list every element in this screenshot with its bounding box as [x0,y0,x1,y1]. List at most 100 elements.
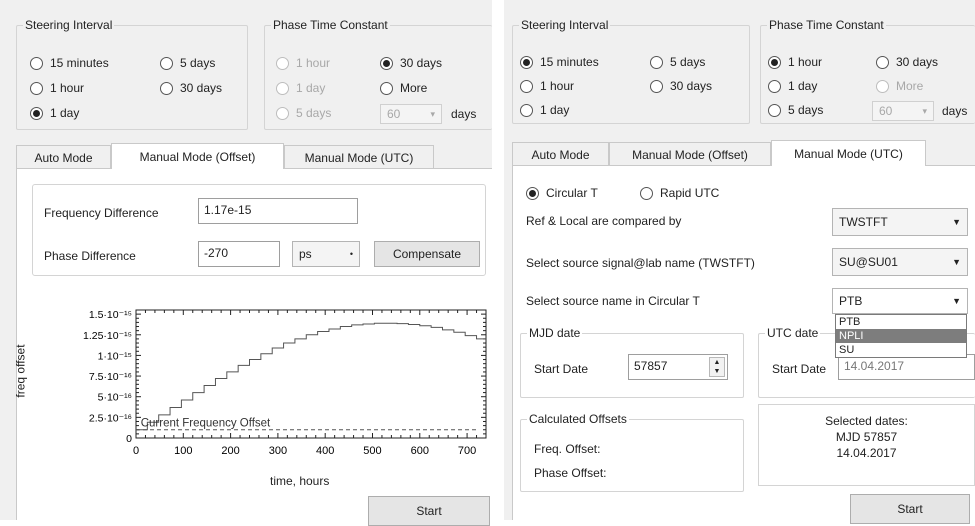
radio-circular-t[interactable]: Circular T [526,186,598,200]
y-tick-label: 2.5·10⁻¹⁶ [89,412,132,424]
freq-offset-label: Freq. Offset: [534,442,601,456]
selected-dates-mjd: MJD 57857 [835,430,898,444]
start-date-label: Start Date [534,362,589,376]
source-name-select[interactable]: PTB ▼ [832,288,968,314]
radio-rapid-utc[interactable]: Rapid UTC [640,186,719,200]
phase-radio-1-day[interactable]: 1 day [276,81,325,95]
tab-manual-mode-offset[interactable]: Manual Mode (Offset) [111,143,284,169]
right-window: Steering Interval 15 minutes 5 days 1 ho… [504,0,975,524]
phase-time-constant-legend: Phase Time Constant [273,18,388,32]
phase-radio-30-days[interactable]: 30 days [380,56,442,70]
x-tick-label: 400 [316,445,334,457]
more-days-unit-right: days [942,104,968,118]
radio-circle-icon [160,56,173,70]
steering-radio-1-hour-right[interactable]: 1 hour [520,79,574,93]
x-tick-label: 0 [133,445,139,457]
more-days-spinbox-right[interactable]: 60 ▾ [872,101,934,121]
phase-difference-input[interactable]: -270 [198,241,280,267]
radio-selected-icon [30,106,43,120]
steering-radio-5-days[interactable]: 5 days [160,56,215,70]
radio-circle-icon [160,81,173,95]
selected-dates-title: Selected dates: [825,414,908,428]
y-tick-label: 5·10⁻¹⁶ [98,392,132,404]
tab-manual-mode-utc[interactable]: Manual Mode (UTC) [284,145,434,169]
source-lab-select[interactable]: SU@SU01 ▼ [832,248,968,276]
phase-radio-more-right[interactable]: More [876,79,923,93]
phase-radio-5-days[interactable]: 5 days [276,106,331,120]
source-name-label: Select source name in Circular T [526,294,700,308]
utc-start-date-label: Start Date [772,362,827,376]
radio-circle-icon [520,103,533,117]
steering-radio-15-minutes[interactable]: 15 minutes [30,56,109,70]
radio-circle-icon [276,56,289,70]
compared-by-select[interactable]: TWSTFT ▼ [832,208,968,236]
steering-radio-30-days-right[interactable]: 30 days [650,79,712,93]
phase-radio-1-hour[interactable]: 1 hour [276,56,330,70]
phase-difference-label: Phase Difference [44,249,136,263]
phase-radio-1-hour-right[interactable]: 1 hour [768,55,822,69]
frequency-offset-chart: 0 2.5·10⁻¹⁶ 5·10⁻¹⁶ 7.5·10⁻¹⁶ 1·10⁻¹⁵ 1.25·10… [83,309,487,457]
tab-auto-mode[interactable]: Auto Mode [16,145,111,169]
tab-auto-mode-right[interactable]: Auto Mode [512,142,609,166]
tab-manual-mode-offset-right[interactable]: Manual Mode (Offset) [609,142,771,166]
spin-down-icon: ▾ [430,108,435,119]
x-tick-label: 300 [269,445,287,457]
radio-circle-icon [276,81,289,95]
dropdown-option-npli[interactable]: NPLI [836,329,966,343]
chart-x-label: time, hours [270,474,330,488]
steering-radio-1-day[interactable]: 1 day [30,106,79,120]
calculated-offsets-legend: Calculated Offsets [529,412,627,426]
radio-circle-icon [640,186,653,200]
radio-circle-icon [650,55,663,69]
chart-annotation: Current Frequency Offset [141,418,271,430]
tab-manual-mode-utc-right[interactable]: Manual Mode (UTC) [771,140,926,166]
steering-interval-legend-right: Steering Interval [521,18,609,32]
x-tick-label: 600 [411,445,429,457]
phase-radio-30-days-right[interactable]: 30 days [876,55,938,69]
phase-radio-1-day-right[interactable]: 1 day [768,79,817,93]
dropdown-option-su[interactable]: SU [836,343,966,357]
radio-circle-icon [520,79,533,93]
phase-time-constant-legend-right: Phase Time Constant [769,18,884,32]
compared-by-label: Ref & Local are compared by [526,214,682,228]
steering-radio-1-day-right[interactable]: 1 day [520,103,569,117]
compensate-button[interactable]: Compensate [374,241,480,267]
start-date-spinbox[interactable]: 57857 ▲ ▼ [628,354,728,380]
x-tick-label: 700 [458,445,476,457]
dropdown-option-ptb[interactable]: PTB [836,315,966,329]
left-window: Steering Interval 15 minutes 5 days 1 ho… [0,0,492,526]
utc-date-legend: UTC date [767,326,819,340]
source-name-dropdown: PTB NPLI SU [835,314,967,358]
phase-radio-5-days-right[interactable]: 5 days [768,103,823,117]
y-tick-label: 1.5·10⁻¹⁵ [89,309,132,321]
radio-circle-icon [876,55,889,69]
steering-radio-30-days[interactable]: 30 days [160,81,222,95]
radio-selected-icon [768,55,781,69]
steering-radio-1-hour[interactable]: 1 hour [30,81,84,95]
chevron-down-icon: ▼ [952,296,961,306]
steering-radio-5-days-right[interactable]: 5 days [650,55,705,69]
y-tick-label: 0 [126,433,132,445]
phase-unit-select[interactable]: ps • [292,241,360,267]
spin-down-icon: ▾ [922,105,927,116]
y-tick-label: 7.5·10⁻¹⁶ [89,371,132,383]
frequency-difference-input[interactable]: 1.17e-15 [198,198,358,224]
radio-circle-icon [30,81,43,95]
more-days-spinbox[interactable]: 60 ▾ [380,104,442,124]
chart-y-label: freq offset [13,344,28,398]
selected-dates-date: 14.04.2017 [836,446,897,460]
more-days-unit: days [451,107,477,121]
y-tick-label: 1.25·10⁻¹⁵ [83,330,132,342]
radio-circle-icon [650,79,663,93]
radio-selected-icon [380,56,393,70]
radio-selected-icon [526,186,539,200]
start-button-left[interactable]: Start [368,496,490,526]
mjd-date-legend: MJD date [529,326,581,340]
y-tick-label: 1·10⁻¹⁵ [98,350,132,362]
steering-interval-legend: Steering Interval [25,18,113,32]
radio-circle-icon [876,79,889,93]
x-tick-label: 500 [363,445,381,457]
steering-radio-15-minutes-right[interactable]: 15 minutes [520,55,599,69]
phase-radio-more[interactable]: More [380,81,427,95]
spinner-arrows-icon[interactable]: ▲ ▼ [709,357,725,377]
